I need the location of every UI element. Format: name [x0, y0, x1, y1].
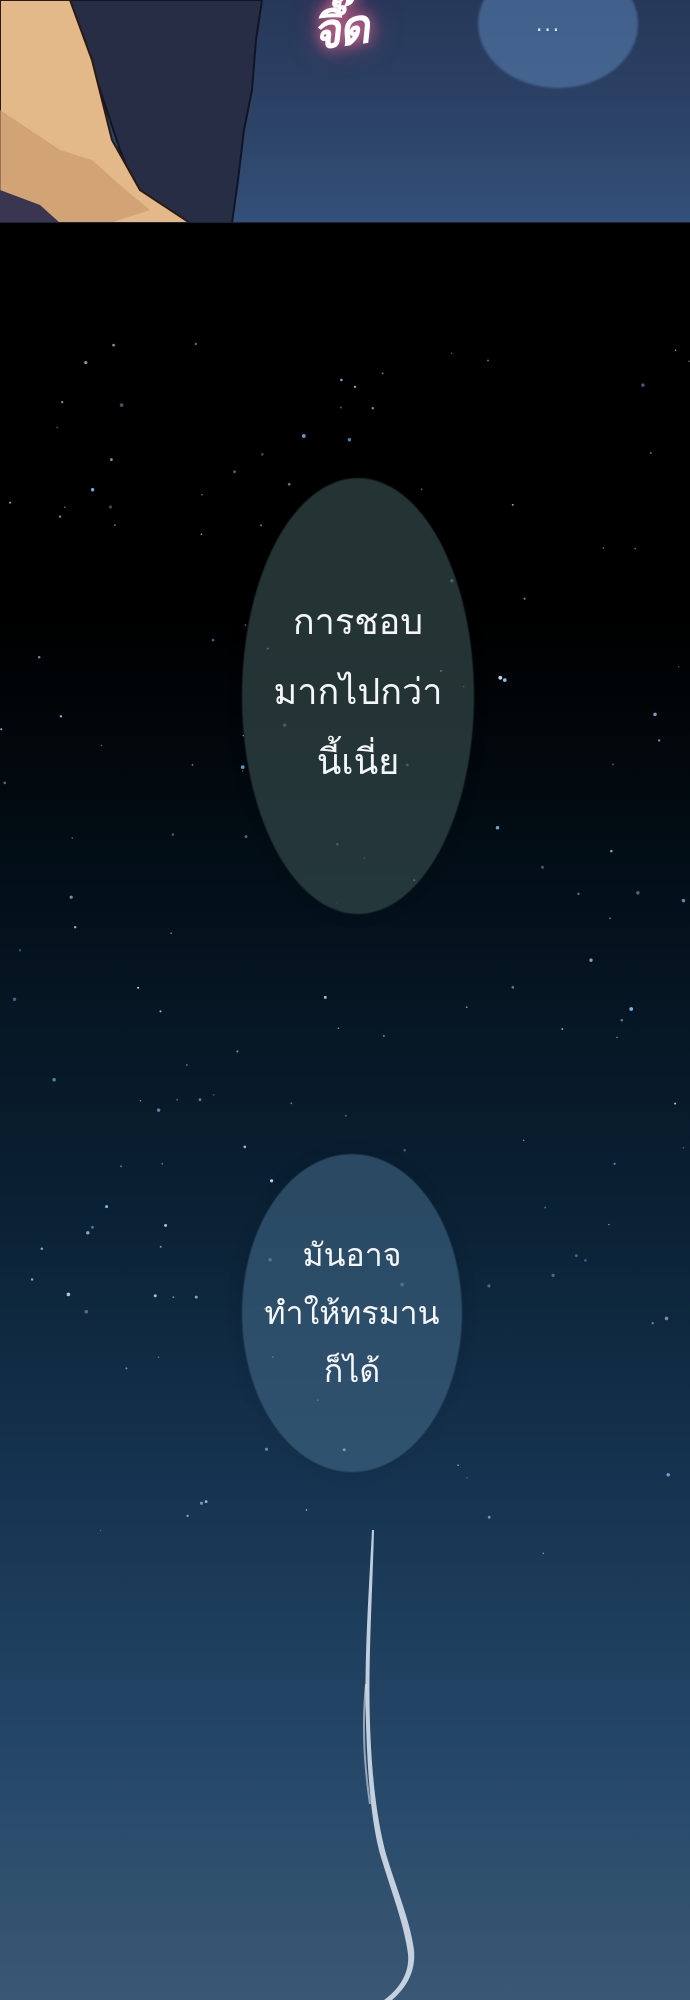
bubble-2-line-3: ก็ได้: [323, 1352, 381, 1390]
speech-bubble-1-text: การชอบ มากไปกว่า นี้เนี่ย: [242, 588, 474, 798]
panel-divider: [0, 222, 690, 223]
bubble-1-line-1: การชอบ: [292, 602, 424, 643]
bubble-1-line-3: นี้เนี่ย: [316, 742, 400, 783]
speech-bubble-2-text: มันอาจ ทำให้ทรมาน ก็ได้: [242, 1226, 462, 1400]
sound-effect-text: จึ๊ด: [308, 0, 371, 62]
bubble-2-line-2: ทำให้ทรมาน: [264, 1294, 440, 1332]
ellipsis-text: ...: [536, 12, 562, 36]
top-panel: ... จึ๊ด: [0, 0, 690, 223]
bubble-2-line-1: มันอาจ: [302, 1236, 402, 1274]
bubble-1-line-2: มากไปกว่า: [273, 672, 443, 713]
comic-page: ... จึ๊ด การชอบ มากไปกว่า นี้เนี่ย มันอา…: [0, 0, 690, 2000]
